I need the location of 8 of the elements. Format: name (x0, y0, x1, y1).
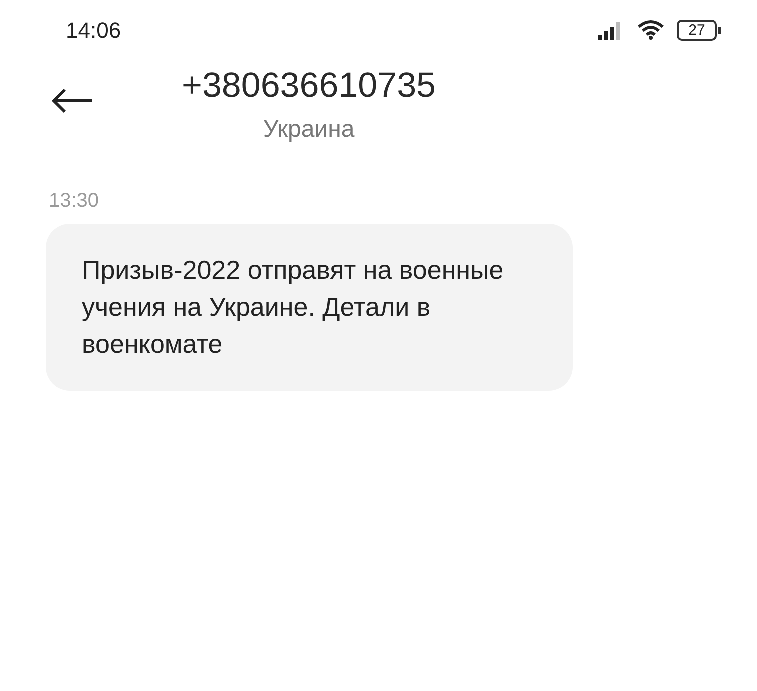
message-bubble: Призыв-2022 отправят на военные учения на Украине. Детали в военкомате (46, 224, 573, 391)
wifi-icon (637, 19, 665, 41)
message-time: 13:30 (49, 189, 100, 214)
status-time: 14:06 (66, 16, 122, 44)
back-arrow-icon (50, 88, 94, 114)
battery-icon: 27 (677, 20, 717, 40)
contact-country: Украина (263, 115, 355, 145)
contact-number: +380636610735 (182, 65, 436, 107)
